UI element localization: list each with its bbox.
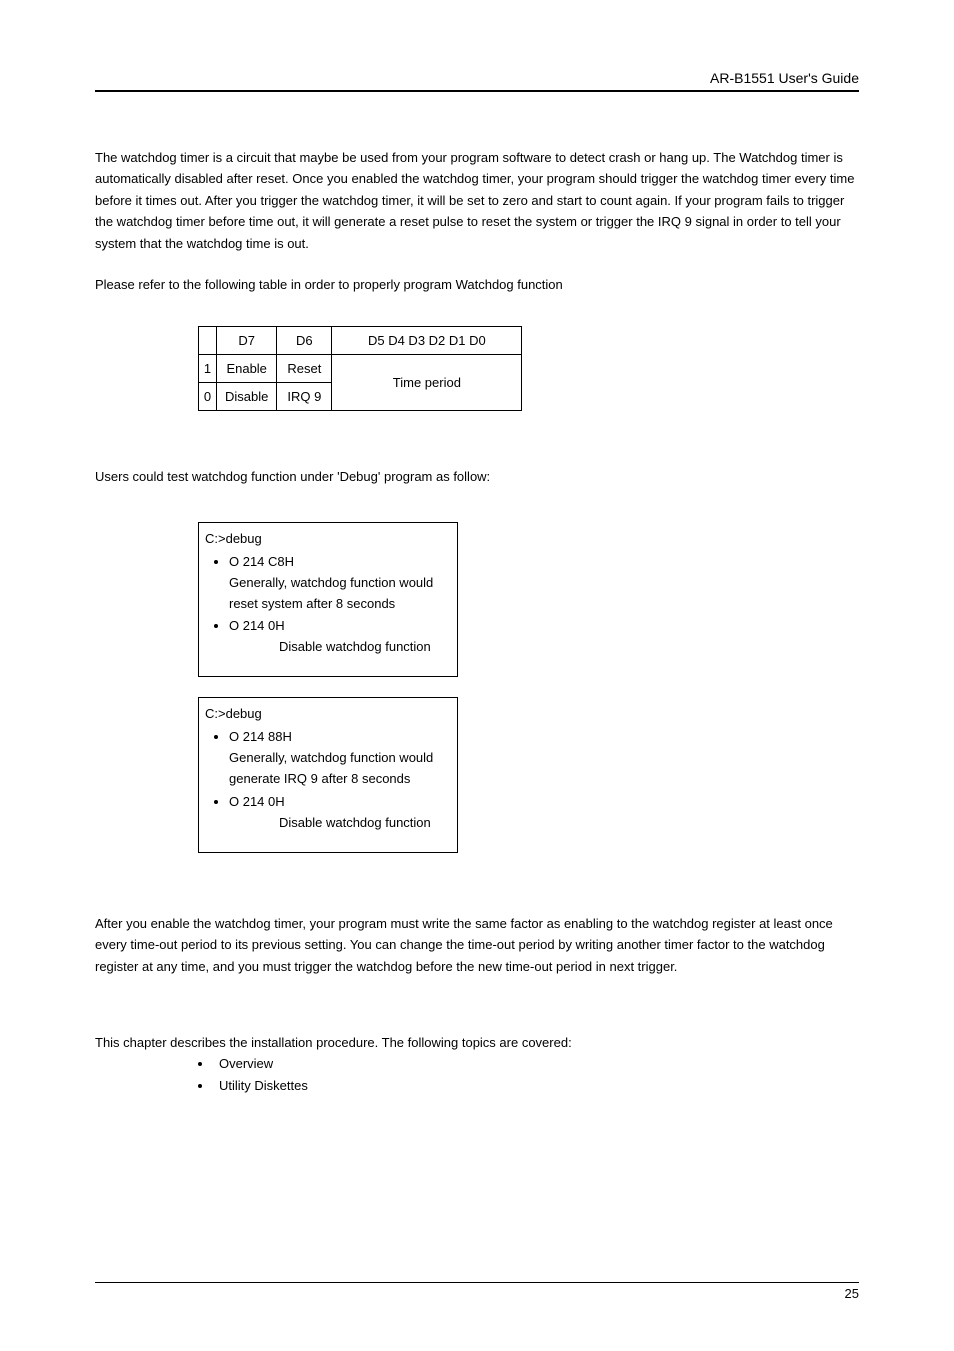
table-row: D7 D6 D5 D4 D3 D2 D1 D0 xyxy=(199,326,522,354)
header-title: AR-B1551 User's Guide xyxy=(710,70,859,86)
bit-table-wrap: D7 D6 D5 D4 D3 D2 D1 D0 1 Enable Reset T… xyxy=(198,326,859,411)
debug-prompt: C:>debug xyxy=(205,703,451,724)
list-item: Utility Diskettes xyxy=(213,1075,859,1096)
table-cell-0: 0 xyxy=(199,382,217,410)
debug-command: O 214 0H xyxy=(229,615,451,636)
list-item: O 214 0H Disable watchdog function xyxy=(229,791,451,833)
bit-table: D7 D6 D5 D4 D3 D2 D1 D0 1 Enable Reset T… xyxy=(198,326,522,411)
table-row: 1 Enable Reset Time period xyxy=(199,354,522,382)
page-footer: 25 xyxy=(95,1282,859,1301)
page-number: 25 xyxy=(845,1286,859,1301)
list-item: O 214 0H Disable watchdog function xyxy=(229,615,451,657)
table-cell-timeperiod: Time period xyxy=(332,354,522,410)
table-cell-reset: Reset xyxy=(277,354,332,382)
intro-paragraph-1: The watchdog timer is a circuit that may… xyxy=(95,147,859,254)
debug-prompt: C:>debug xyxy=(205,528,451,549)
table-header-d7: D7 xyxy=(217,326,277,354)
list-item: O 214 88H Generally, watchdog function w… xyxy=(229,726,451,789)
debug-box-2: C:>debug O 214 88H Generally, watchdog f… xyxy=(198,697,458,852)
list-item: Overview xyxy=(213,1053,859,1074)
install-section: This chapter describes the installation … xyxy=(95,1032,859,1096)
table-header-d6: D6 xyxy=(277,326,332,354)
debug-description: Generally, watchdog function would xyxy=(229,572,451,593)
table-header-blank xyxy=(199,326,217,354)
page-header: AR-B1551 User's Guide xyxy=(95,70,859,92)
debug-command: O 214 88H xyxy=(229,726,451,747)
debug-description: Disable watchdog function xyxy=(229,812,451,833)
table-cell-1: 1 xyxy=(199,354,217,382)
debug-box-1: C:>debug O 214 C8H Generally, watchdog f… xyxy=(198,522,458,677)
debug-description: Disable watchdog function xyxy=(229,636,451,657)
debug-intro: Users could test watchdog function under… xyxy=(95,466,859,487)
debug-description: reset system after 8 seconds xyxy=(229,593,451,614)
install-intro: This chapter describes the installation … xyxy=(95,1032,859,1053)
table-cell-irq9: IRQ 9 xyxy=(277,382,332,410)
table-cell-disable: Disable xyxy=(217,382,277,410)
debug-description: Generally, watchdog function would xyxy=(229,747,451,768)
debug-command: O 214 C8H xyxy=(229,551,451,572)
after-paragraph: After you enable the watchdog timer, you… xyxy=(95,913,859,977)
debug-description: generate IRQ 9 after 8 seconds xyxy=(229,768,451,789)
intro-paragraph-2: Please refer to the following table in o… xyxy=(95,274,859,295)
debug-command: O 214 0H xyxy=(229,791,451,812)
list-item: O 214 C8H Generally, watchdog function w… xyxy=(229,551,451,614)
table-header-bits: D5 D4 D3 D2 D1 D0 xyxy=(332,326,522,354)
table-cell-enable: Enable xyxy=(217,354,277,382)
